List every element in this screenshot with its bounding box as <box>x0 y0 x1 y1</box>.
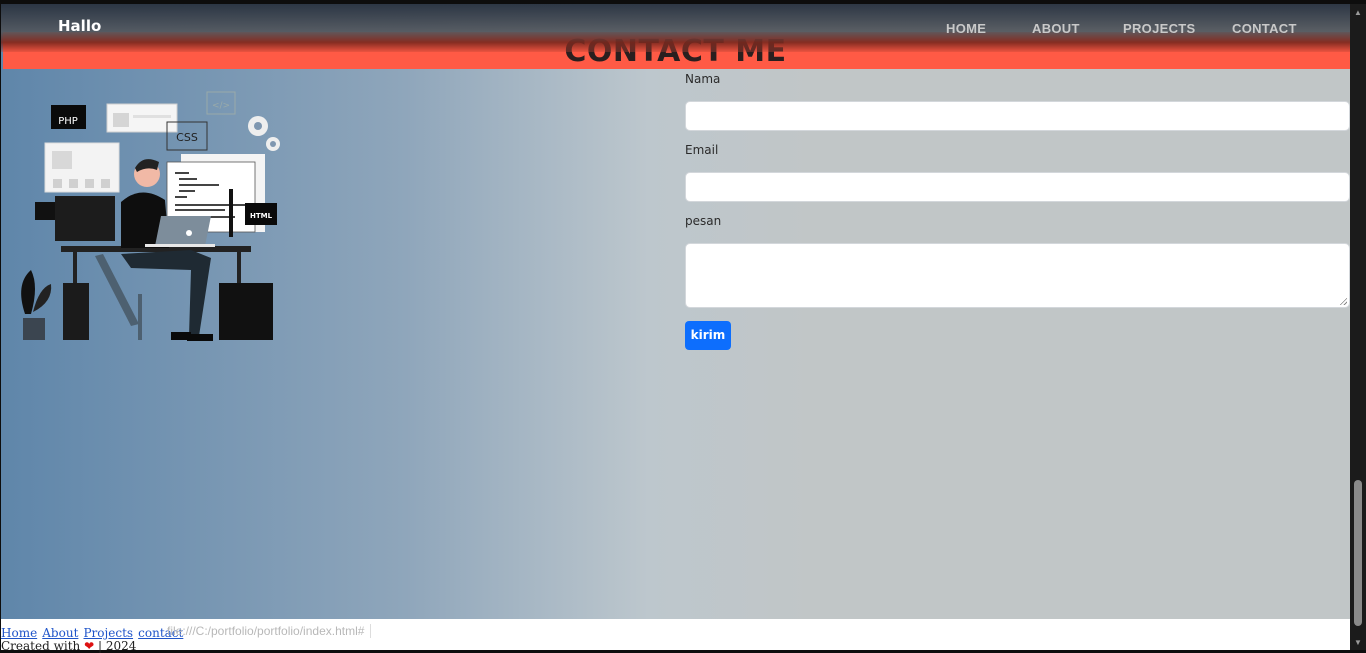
status-bar-url: file:///C:/portfolio/portfolio/index.htm… <box>161 624 372 638</box>
navbar: Hallo HOME ABOUT PROJECTS CONTACT <box>1 4 1350 52</box>
resize-grip-icon[interactable] <box>1339 297 1347 305</box>
message-textarea[interactable] <box>685 243 1350 308</box>
nav-projects-link[interactable]: PROJECTS <box>1123 21 1195 36</box>
email-label: Email <box>685 143 719 157</box>
nav-home-link[interactable]: HOME <box>946 21 986 36</box>
credit-suffix: | 2024 <box>97 639 137 653</box>
name-input[interactable] <box>685 101 1350 131</box>
message-label: pesan <box>685 214 722 228</box>
nav-about-link[interactable]: ABOUT <box>1032 21 1080 36</box>
scroll-down-icon[interactable]: ▼ <box>1353 638 1363 648</box>
contact-form: Nama Email pesan kirim <box>685 72 1350 350</box>
footer: Home About Projects contact file:///C:/p… <box>1 619 1350 653</box>
nav-contact-link[interactable]: CONTACT <box>1232 21 1297 36</box>
scrollbar-thumb[interactable] <box>1354 480 1362 626</box>
developer-illustration: PHP CSS </> HTML <box>21 91 280 341</box>
php-tag-label: PHP <box>58 116 78 127</box>
footer-link-projects[interactable]: Projects <box>83 626 133 640</box>
credit-prefix: Created with <box>1 639 81 653</box>
html-tag-label: HTML <box>250 212 273 220</box>
brand-logo[interactable]: Hallo <box>58 17 101 35</box>
footer-credit: Created with ❤ | 2024 <box>1 639 136 653</box>
name-label: Nama <box>685 72 721 86</box>
footer-link-about[interactable]: About <box>42 626 78 640</box>
page-background: CONTACT ME Hallo HOME ABOUT PROJECTS CON… <box>1 4 1350 650</box>
email-input[interactable] <box>685 172 1350 202</box>
scroll-up-icon[interactable]: ▲ <box>1353 8 1363 18</box>
css-tag-label: CSS <box>176 131 198 144</box>
heart-icon: ❤ <box>84 639 95 653</box>
gear-icon <box>248 116 280 151</box>
code-glyph-label: </> <box>212 101 230 111</box>
submit-button[interactable]: kirim <box>685 321 731 350</box>
footer-link-home[interactable]: Home <box>1 626 37 640</box>
